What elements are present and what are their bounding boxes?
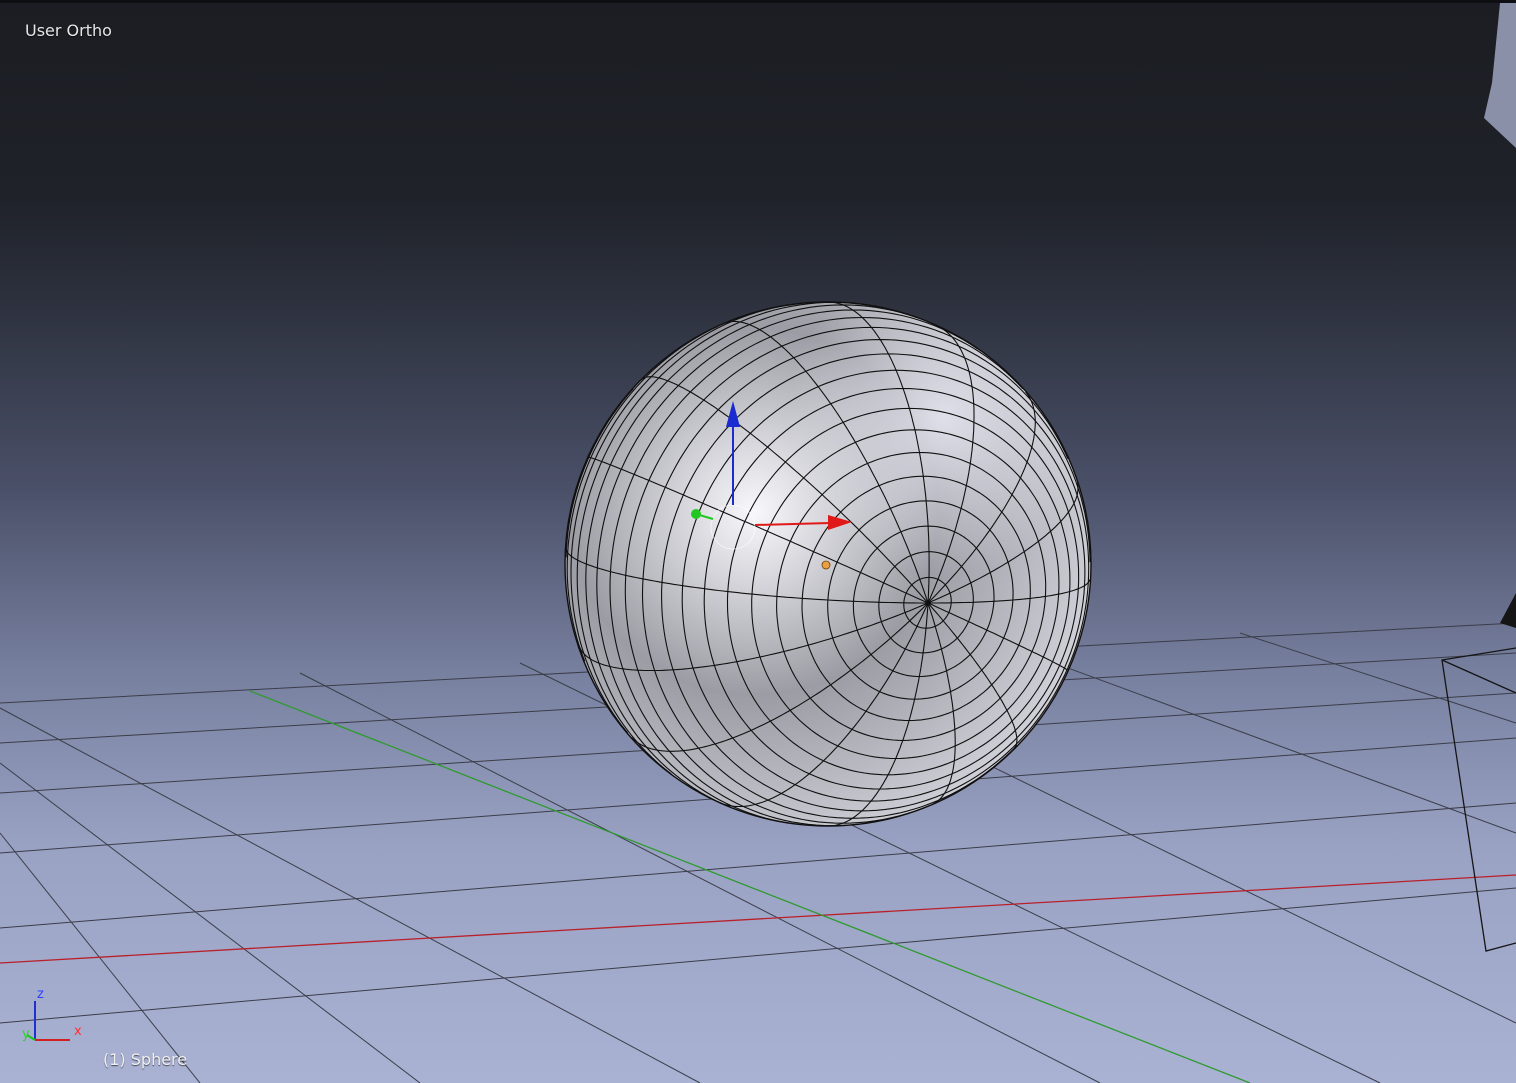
axis-orientation-widget: z x y (22, 987, 82, 1042)
manipulator-y-handle[interactable] (691, 509, 701, 519)
axis-x-label: x (74, 1024, 82, 1039)
viewport-scene[interactable] (0, 3, 1516, 1083)
3d-viewport[interactable]: User Ortho z x y (1) Sphere (0, 0, 1516, 1083)
active-object-label: (1) Sphere (103, 1050, 188, 1069)
view-mode-label: User Ortho (25, 21, 112, 40)
object-origin-point (821, 560, 831, 570)
axis-z-label: z (37, 987, 44, 1002)
axis-y-label: y (22, 1027, 30, 1042)
